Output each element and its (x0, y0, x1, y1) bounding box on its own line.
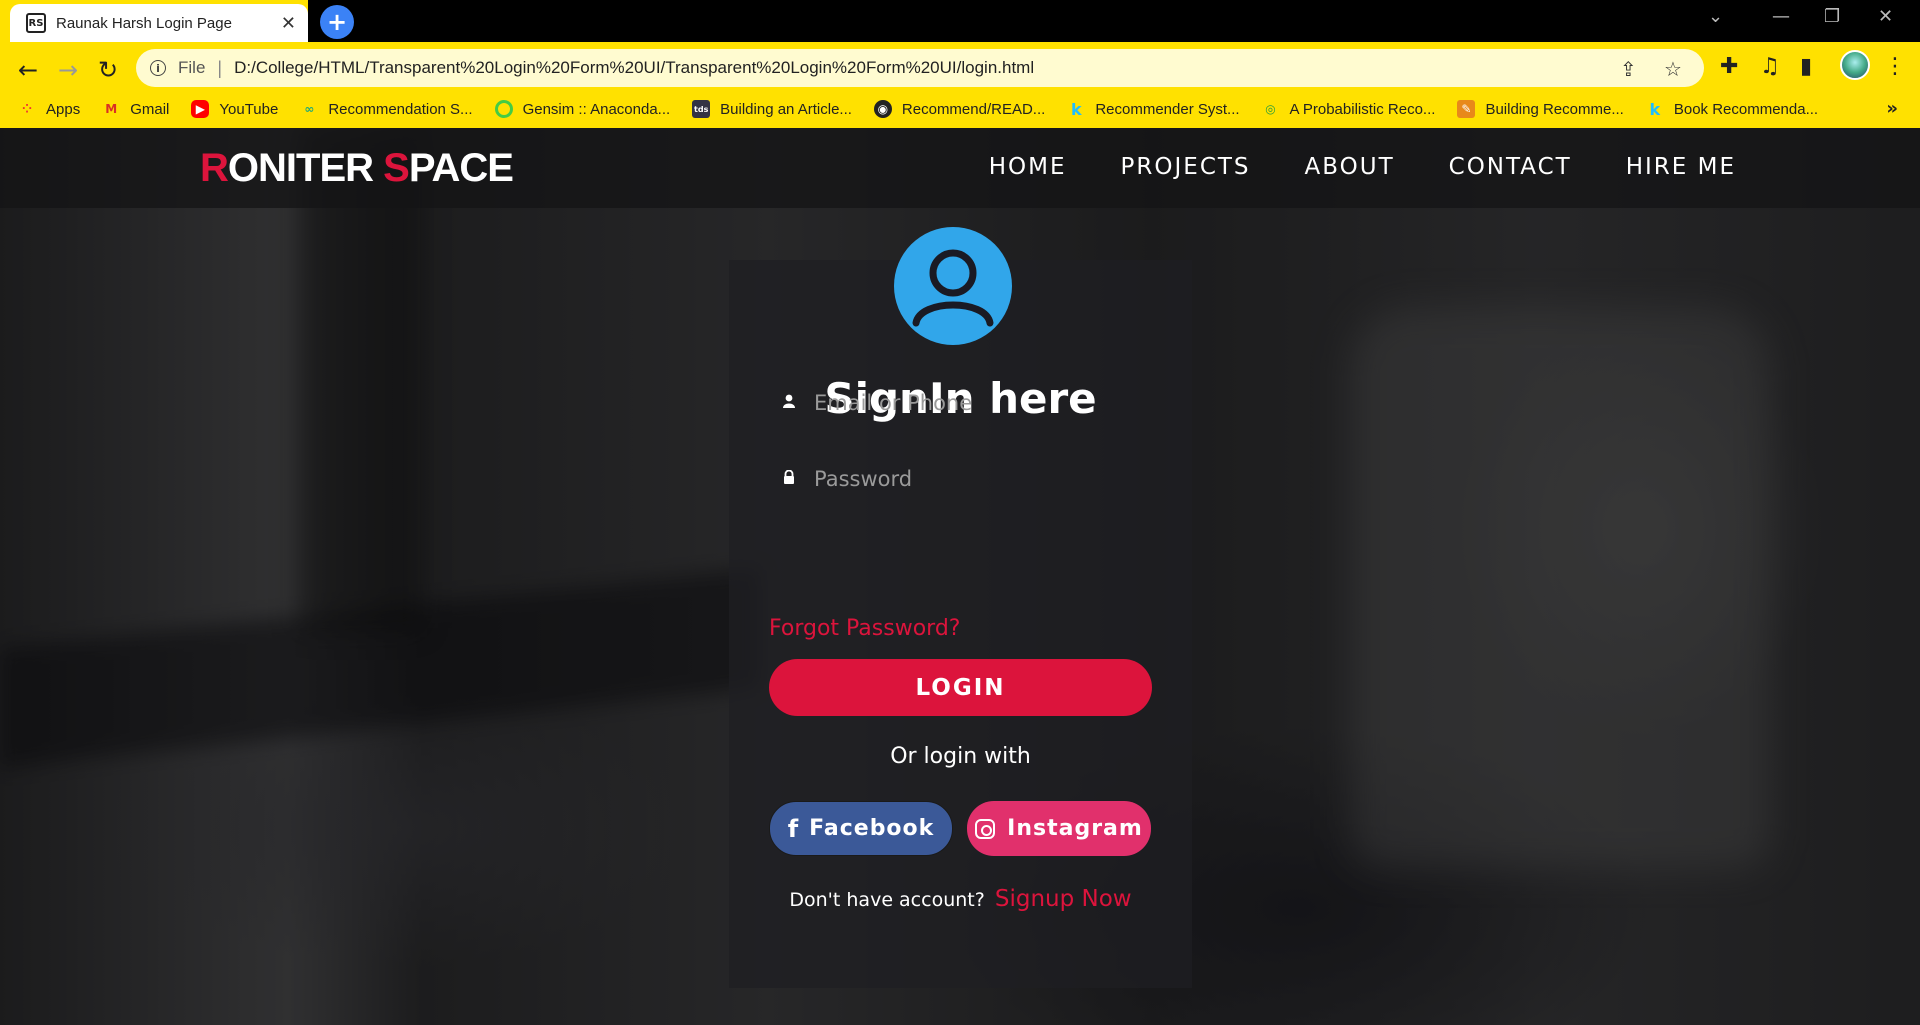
bookmark-label: Building an Article... (720, 100, 852, 118)
bookmark-label: Recommend/READ... (901, 100, 1046, 118)
site-navbar: RONITER SPACE HOME PROJECTS ABOUT CONTAC… (0, 128, 1920, 208)
book-icon: ✎ (1457, 100, 1476, 118)
instagram-icon (975, 818, 996, 839)
bookmark-label: Gmail (130, 100, 170, 118)
file-scheme-label: File (178, 58, 206, 77)
signup-prompt: Don't have account? Signup Now (729, 886, 1192, 912)
facebook-login-button[interactable]: f Facebook (769, 801, 953, 856)
new-tab-button[interactable]: + (320, 5, 354, 39)
bookmark-label: YouTube (219, 100, 279, 118)
nav-link-contact[interactable]: CONTACT (1449, 154, 1572, 180)
bookmark-star-icon[interactable]: ☆ (1664, 57, 1682, 81)
user-avatar-icon (894, 227, 1012, 345)
bookmark-label: Recommendation S... (328, 100, 473, 118)
bookmark-item[interactable]: tds Building an Article... (692, 100, 852, 118)
kaggle-icon: k (1649, 99, 1661, 119)
address-bar[interactable]: i File | D:/College/HTML/Transparent%20L… (136, 49, 1704, 87)
user-icon (782, 394, 804, 412)
email-field[interactable] (769, 380, 1152, 426)
tab-title: Raunak Harsh Login Page (56, 14, 232, 32)
nav-link-hire-me[interactable]: HIRE ME (1626, 154, 1736, 180)
logo-accent-r: R (200, 146, 229, 190)
back-arrow-icon[interactable]: ← (10, 52, 46, 88)
bookmark-item[interactable]: k Recommender Syst... (1067, 99, 1240, 119)
site-nav-links: HOME PROJECTS ABOUT CONTACT HIRE ME (935, 154, 1736, 180)
bookmark-item[interactable]: ◎ A Probabilistic Reco... (1262, 100, 1436, 118)
profile-avatar[interactable] (1840, 50, 1870, 80)
youtube-icon: ▶ (191, 100, 210, 118)
nav-link-about[interactable]: ABOUT (1305, 154, 1395, 180)
facebook-icon: f (787, 814, 800, 843)
logo-text-part2: PACE (408, 146, 514, 190)
address-separator: | (217, 57, 223, 78)
site-favicon-icon: RS (26, 13, 46, 33)
background-notebook-shape (0, 568, 760, 768)
menu-kebab-icon[interactable]: ⋮ (1884, 54, 1906, 79)
bookmark-label: Book Recommenda... (1673, 100, 1819, 118)
gensim-icon (494, 100, 513, 118)
password-field[interactable] (769, 456, 1152, 502)
apps-grid-icon: ⁘ (21, 102, 33, 116)
tds-icon: tds (692, 100, 711, 118)
gmail-icon: M (105, 102, 118, 116)
page-viewport: RONITER SPACE HOME PROJECTS ABOUT CONTAC… (0, 128, 1920, 1025)
bookmark-item[interactable]: ◉ Recommend/READ... (873, 100, 1046, 118)
password-input[interactable] (814, 467, 1134, 491)
eye-icon: ◎ (1265, 102, 1276, 116)
info-icon[interactable]: i (150, 60, 166, 76)
reload-icon[interactable]: ↻ (90, 52, 126, 88)
instagram-label: Instagram (1007, 816, 1143, 841)
tab-close-icon[interactable]: ✕ (281, 13, 296, 34)
logo-text-part1: ONITER (227, 146, 384, 190)
lock-icon (782, 469, 804, 488)
bookmark-item[interactable]: k Book Recommenda... (1646, 99, 1819, 119)
no-account-text: Don't have account? (789, 889, 985, 911)
github-icon: ◉ (873, 100, 892, 118)
minimize-icon[interactable]: — (1772, 6, 1790, 27)
instagram-login-button[interactable]: Instagram (967, 801, 1151, 856)
more-bookmarks-icon[interactable]: » (1886, 98, 1898, 119)
share-icon[interactable]: ⇪ (1620, 57, 1637, 81)
nav-link-home[interactable]: HOME (989, 154, 1067, 180)
window-close-icon[interactable]: ✕ (1878, 6, 1893, 27)
bookmarks-bar: ⁘ Apps M Gmail ▶ YouTube ∞ Recommendatio… (0, 90, 1920, 128)
logo-accent-s: S (383, 146, 410, 190)
email-input[interactable] (814, 391, 1134, 415)
side-panel-icon[interactable]: ▮ (1800, 54, 1812, 79)
facebook-label: Facebook (809, 816, 935, 841)
bookmark-label: A Probabilistic Reco... (1289, 100, 1436, 118)
bookmark-item[interactable]: Gensim :: Anaconda... (494, 100, 671, 118)
forgot-password-link[interactable]: Forgot Password? (769, 616, 960, 641)
bookmark-label: Apps (46, 100, 81, 118)
kaggle-icon: k (1070, 99, 1082, 119)
site-logo[interactable]: RONITER SPACE (200, 146, 514, 191)
login-button[interactable]: LOGIN (769, 659, 1152, 716)
restore-icon[interactable]: ❐ (1824, 6, 1840, 27)
bookmark-item[interactable]: ✎ Building Recomme... (1457, 100, 1624, 118)
browser-tab-strip: RS Raunak Harsh Login Page ✕ + ⌄ — ❐ ✕ (0, 0, 1920, 42)
background-mug-shape (1350, 308, 1770, 868)
bookmark-item[interactable]: ▶ YouTube (191, 100, 278, 118)
tab-strip-background (308, 0, 1920, 42)
forward-arrow-icon[interactable]: → (50, 52, 86, 88)
bookmark-label: Building Recomme... (1485, 100, 1624, 118)
bookmark-item[interactable]: M Gmail (102, 100, 169, 118)
nav-link-projects[interactable]: PROJECTS (1121, 154, 1251, 180)
bookmark-label: Recommender Syst... (1095, 100, 1240, 118)
bookmark-item[interactable]: ⁘ Apps (18, 100, 80, 118)
bookmark-label: Gensim :: Anaconda... (522, 100, 671, 118)
extensions-puzzle-icon[interactable]: ✚ (1720, 54, 1738, 79)
signup-link[interactable]: Signup Now (995, 886, 1132, 912)
media-queue-icon[interactable]: ♫ (1760, 54, 1780, 79)
tab-search-chevron-icon[interactable]: ⌄ (1708, 6, 1723, 27)
url-text[interactable]: D:/College/HTML/Transparent%20Login%20Fo… (234, 58, 1034, 78)
browser-tab[interactable]: RS Raunak Harsh Login Page ✕ (10, 4, 308, 42)
or-login-with-text: Or login with (890, 744, 1031, 769)
link-icon: ∞ (304, 102, 315, 116)
bookmark-item[interactable]: ∞ Recommendation S... (300, 100, 472, 118)
